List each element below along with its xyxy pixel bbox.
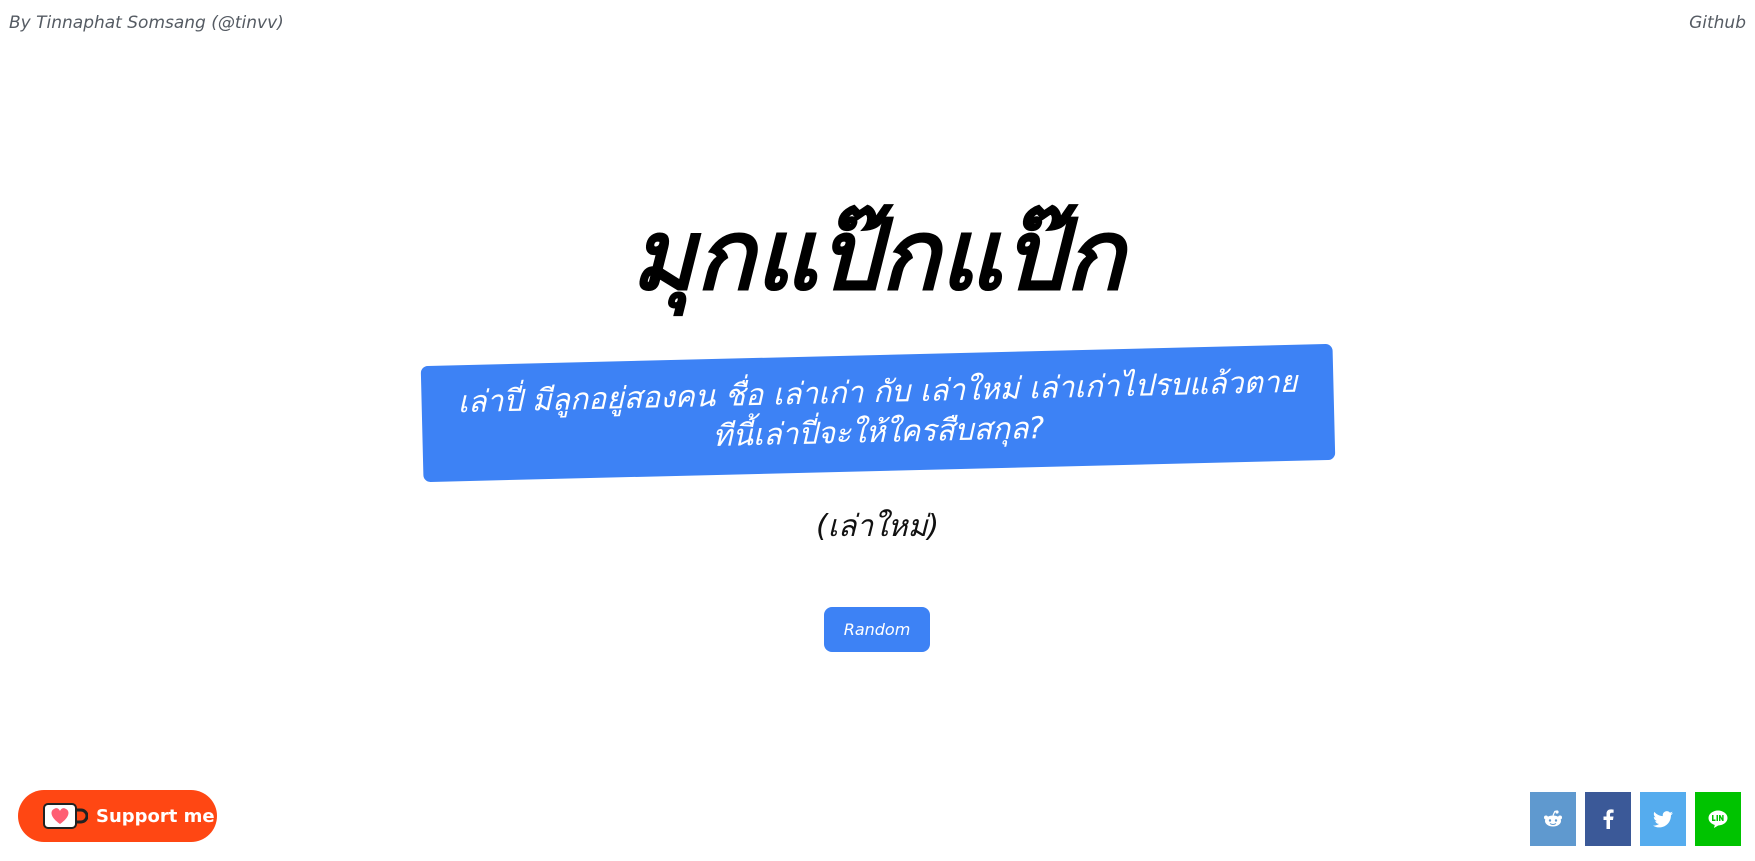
random-button[interactable]: Random — [824, 607, 930, 652]
question-text: เล่าปี่ มีลูกอยู่สองคน ชื่อ เล่าเก่า กับ… — [437, 362, 1319, 463]
share-reddit-button[interactable] — [1530, 792, 1576, 846]
coffee-cup-heart-icon — [42, 801, 89, 831]
line-icon — [1708, 810, 1728, 828]
question-card: เล่าปี่ มีลูกอยู่สองคน ชื่อ เล่าเก่า กับ… — [420, 343, 1336, 483]
share-twitter-button[interactable] — [1640, 792, 1686, 846]
share-facebook-button[interactable] — [1585, 792, 1631, 846]
page-title: มุกแป๊กแป๊ก — [630, 199, 1125, 313]
github-link[interactable]: Github — [1689, 13, 1746, 33]
facebook-icon — [1602, 809, 1614, 829]
answer-text: (เล่าใหม่) — [815, 509, 940, 544]
share-line-button[interactable] — [1695, 792, 1741, 846]
reddit-icon — [1543, 810, 1563, 828]
author-credit: By Tinnaphat Somsang (@tinvv) — [9, 13, 284, 33]
support-me-button[interactable]: Support me — [18, 790, 217, 842]
twitter-icon — [1653, 810, 1673, 828]
support-me-label: Support me — [96, 805, 215, 827]
page: By Tinnaphat Somsang (@tinvv) Github มุก… — [0, 0, 1755, 861]
